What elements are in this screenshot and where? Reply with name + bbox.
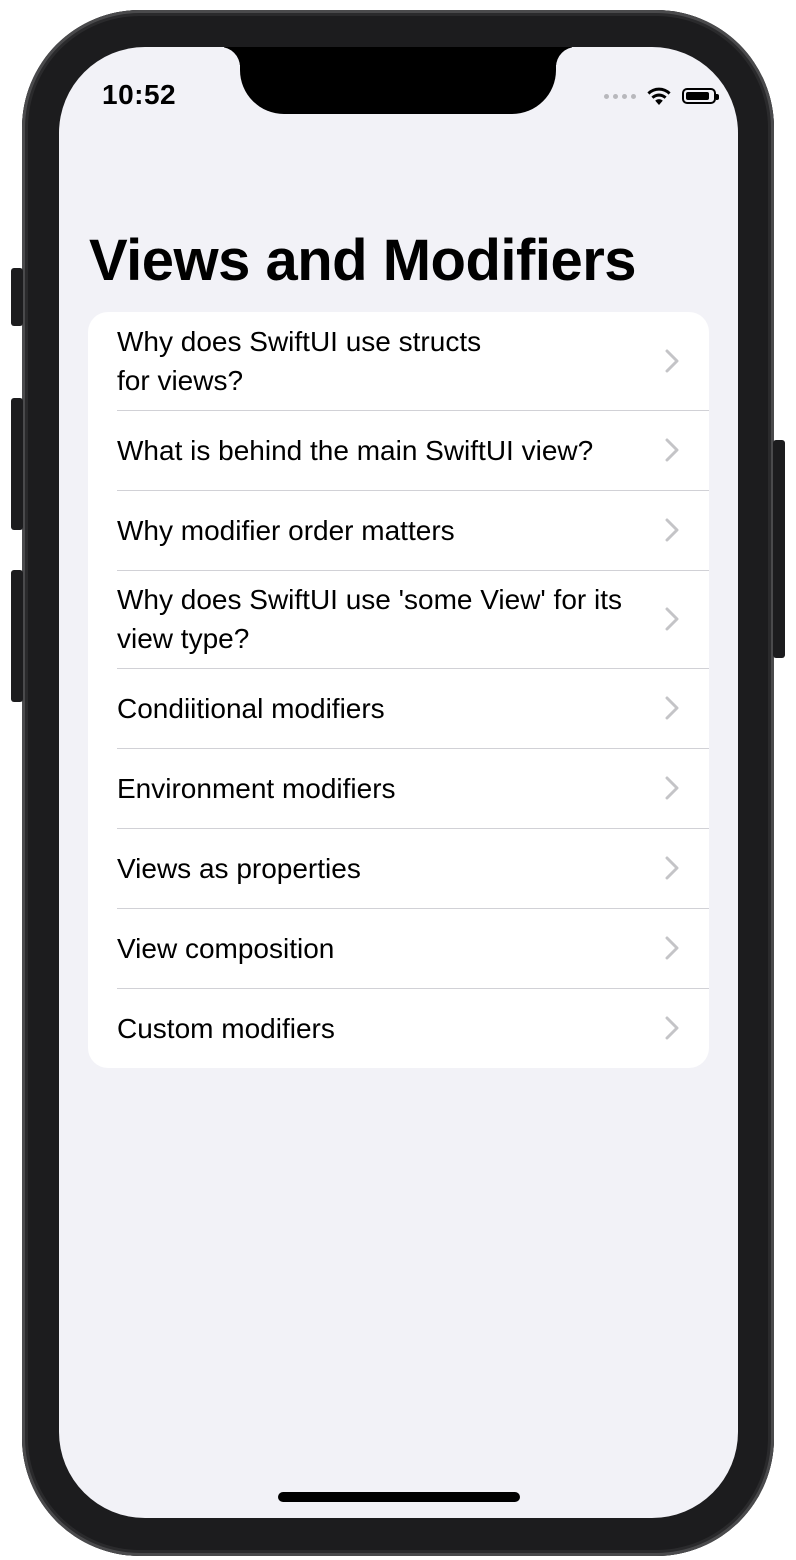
row-label: Why modifier order matters [117, 514, 455, 546]
notch [240, 47, 556, 114]
page-title: Views and Modifiers [89, 228, 637, 293]
chevron-right-icon [665, 856, 679, 880]
chevron-right-icon [665, 1016, 679, 1040]
list-row-view-composition[interactable]: View composition [88, 908, 709, 988]
home-indicator[interactable] [278, 1492, 520, 1502]
chevron-right-icon [665, 696, 679, 720]
silent-switch [11, 268, 23, 326]
list-row-conditional-modifiers[interactable]: Condiitional modifiers [88, 668, 709, 748]
chevron-right-icon [665, 349, 679, 373]
side-button [773, 440, 785, 658]
battery-level [686, 92, 710, 100]
list-row-some-view[interactable]: Why does SwiftUI use 'some View' for its… [88, 570, 709, 668]
row-label: View composition [117, 932, 335, 964]
row-label: Why does SwiftUI use structs for views? [117, 326, 482, 396]
status-time: 10:52 [102, 79, 177, 110]
chevron-right-icon [665, 438, 679, 462]
list-row-behind-main-view[interactable]: What is behind the main SwiftUI view? [88, 410, 709, 490]
chevron-right-icon [665, 518, 679, 542]
row-label: Why does SwiftUI use 'some View' for its… [117, 584, 623, 654]
row-label: Custom modifiers [117, 1012, 335, 1044]
volume-down-button [11, 570, 23, 702]
chevron-right-icon [665, 607, 679, 631]
cellular-signal-icon [604, 93, 636, 99]
screen: 10:52 Views and Modifiers Why does Swift… [59, 47, 738, 1518]
row-label: Environment modifiers [117, 772, 396, 804]
list-row-custom-modifiers[interactable]: Custom modifiers [88, 988, 709, 1068]
row-label: Views as properties [117, 852, 361, 884]
wifi-icon [647, 87, 671, 105]
battery-icon [682, 88, 719, 104]
row-label: What is behind the main SwiftUI view? [117, 434, 594, 466]
list-row-modifier-order[interactable]: Why modifier order matters [88, 490, 709, 570]
list-row-structs-for-views[interactable]: Why does SwiftUI use structs for views? [88, 312, 709, 410]
topics-list: Why does SwiftUI use structs for views? … [88, 312, 709, 1068]
status-icons [604, 83, 719, 109]
volume-up-button [11, 398, 23, 530]
chevron-right-icon [665, 936, 679, 960]
list-row-environment-modifiers[interactable]: Environment modifiers [88, 748, 709, 828]
chevron-right-icon [665, 776, 679, 800]
list-row-views-as-properties[interactable]: Views as properties [88, 828, 709, 908]
row-label: Condiitional modifiers [117, 692, 385, 724]
